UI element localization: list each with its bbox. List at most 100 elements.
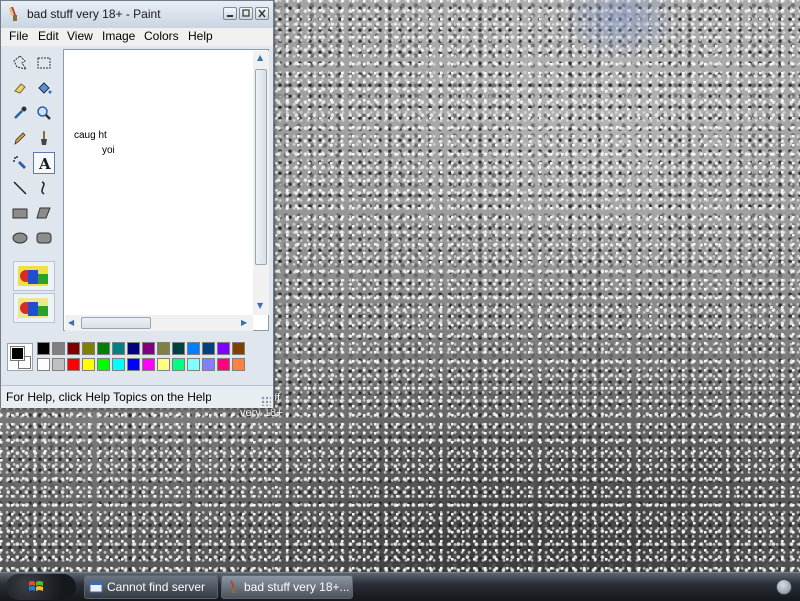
taskbar-item-browser[interactable]: Cannot find server (84, 575, 218, 599)
tool-line[interactable] (9, 177, 31, 199)
color-swatch[interactable] (52, 342, 65, 355)
menu-bar: File Edit View Image Colors Help (1, 28, 273, 46)
menu-help[interactable]: Help (188, 29, 213, 43)
hidden-window-text: very 18+ (240, 407, 283, 419)
color-swatch[interactable] (127, 342, 140, 355)
tool-airbrush[interactable] (9, 152, 31, 174)
scroll-left-icon[interactable]: ◀ (68, 318, 74, 327)
color-swatch[interactable] (217, 358, 230, 371)
color-swatch[interactable] (52, 358, 65, 371)
scroll-up-icon[interactable]: ▲ (257, 53, 263, 62)
color-swatch[interactable] (97, 342, 110, 355)
title-bar[interactable]: bad stuff very 18+ - Paint (1, 1, 273, 29)
color-swatch[interactable] (82, 342, 95, 355)
pencil-icon (14, 132, 26, 145)
tool-magnifier[interactable] (33, 102, 55, 124)
tool-free-select[interactable] (9, 52, 31, 74)
color-swatch[interactable] (142, 342, 155, 355)
drawing-canvas[interactable]: caug ht yoi (63, 49, 269, 331)
color-swatch[interactable] (97, 358, 110, 371)
vertical-scroll-thumb[interactable] (255, 69, 267, 265)
paint-window: bad stuff very 18+ - Paint File Edit Vie… (0, 0, 274, 408)
horizontal-scroll-thumb[interactable] (81, 317, 151, 329)
tool-rounded-rect[interactable] (33, 227, 55, 249)
magnifier-icon (37, 106, 51, 120)
curve-icon (41, 181, 45, 195)
tool-fill[interactable] (33, 77, 55, 99)
menu-file[interactable]: File (9, 29, 28, 43)
scroll-down-icon[interactable]: ▼ (257, 301, 263, 310)
scroll-right-icon[interactable]: ▶ (241, 318, 247, 327)
color-swatch[interactable] (202, 358, 215, 371)
color-swatch[interactable] (157, 358, 170, 371)
color-swatch[interactable] (37, 358, 50, 371)
color-swatch[interactable] (232, 342, 245, 355)
tool-rect-select[interactable] (33, 52, 55, 74)
tool-color-picker[interactable] (9, 102, 31, 124)
menu-colors[interactable]: Colors (144, 29, 179, 43)
show-desktop-icon[interactable] (776, 579, 792, 595)
text-option-transparent[interactable] (13, 293, 55, 323)
menu-image[interactable]: Image (102, 29, 135, 43)
svg-text:A: A (38, 155, 51, 171)
color-swatch[interactable] (112, 342, 125, 355)
transparent-background-icon (18, 298, 48, 318)
rounded-rect-icon (36, 232, 52, 244)
ellipse-icon (12, 232, 28, 244)
color-swatch[interactable] (157, 342, 170, 355)
status-bar: For Help, click Help Topics on the Help (1, 385, 273, 408)
line-icon (13, 181, 27, 195)
tool-polygon[interactable] (33, 202, 55, 224)
tool-brush[interactable] (33, 127, 55, 149)
resize-grip-icon[interactable] (261, 396, 271, 406)
color-swatch[interactable] (187, 358, 200, 371)
fill-bucket-icon (38, 82, 52, 94)
eraser-icon (14, 83, 26, 94)
minimize-button[interactable] (223, 7, 237, 20)
taskbar-item-label: Cannot find server (107, 580, 206, 594)
taskbar-item-label: bad stuff very 18+... (244, 580, 350, 594)
color-swatch[interactable] (202, 342, 215, 355)
tool-ellipse[interactable] (9, 227, 31, 249)
browser-icon (89, 581, 103, 593)
color-palette (5, 339, 271, 375)
horizontal-scrollbar[interactable]: ◀ ▶ (65, 315, 253, 331)
rect-select-icon (37, 57, 51, 69)
menu-view[interactable]: View (67, 29, 93, 43)
text-tool-icon: A (38, 155, 51, 171)
tool-curve[interactable] (33, 177, 55, 199)
tool-pencil[interactable] (9, 127, 31, 149)
color-swatch[interactable] (37, 342, 50, 355)
paint-brush-icon (230, 580, 236, 594)
menu-edit[interactable]: Edit (38, 29, 59, 43)
color-swatch[interactable] (172, 358, 185, 371)
color-swatch[interactable] (82, 358, 95, 371)
close-button[interactable] (255, 7, 269, 20)
polygon-icon (36, 207, 51, 219)
close-icon (258, 9, 266, 18)
tool-text[interactable]: A (33, 152, 55, 174)
rectangle-icon (12, 208, 28, 219)
color-swatch[interactable] (142, 358, 155, 371)
color-swatch[interactable] (67, 342, 80, 355)
color-swatch[interactable] (217, 342, 230, 355)
maximize-button[interactable] (239, 7, 253, 20)
vertical-scrollbar[interactable]: ▲ ▼ (253, 51, 269, 315)
color-swatch[interactable] (232, 358, 245, 371)
color-swatch[interactable] (127, 358, 140, 371)
color-swatch[interactable] (112, 358, 125, 371)
airbrush-icon (13, 156, 26, 169)
taskbar-item-paint[interactable]: bad stuff very 18+... (221, 575, 353, 599)
tool-eraser[interactable] (9, 77, 31, 99)
color-swatch[interactable] (187, 342, 200, 355)
taskbar: Cannot find server bad stuff very 18+... (0, 572, 800, 601)
color-swatch[interactable] (67, 358, 80, 371)
color-picker-icon (14, 106, 27, 119)
start-button[interactable] (6, 574, 76, 600)
color-swatch[interactable] (172, 342, 185, 355)
maximize-icon (242, 9, 250, 17)
status-text: For Help, click Help Topics on the Help (6, 390, 211, 404)
tool-rectangle[interactable] (9, 202, 31, 224)
current-colors[interactable] (7, 343, 33, 371)
text-option-opaque[interactable] (13, 261, 55, 291)
